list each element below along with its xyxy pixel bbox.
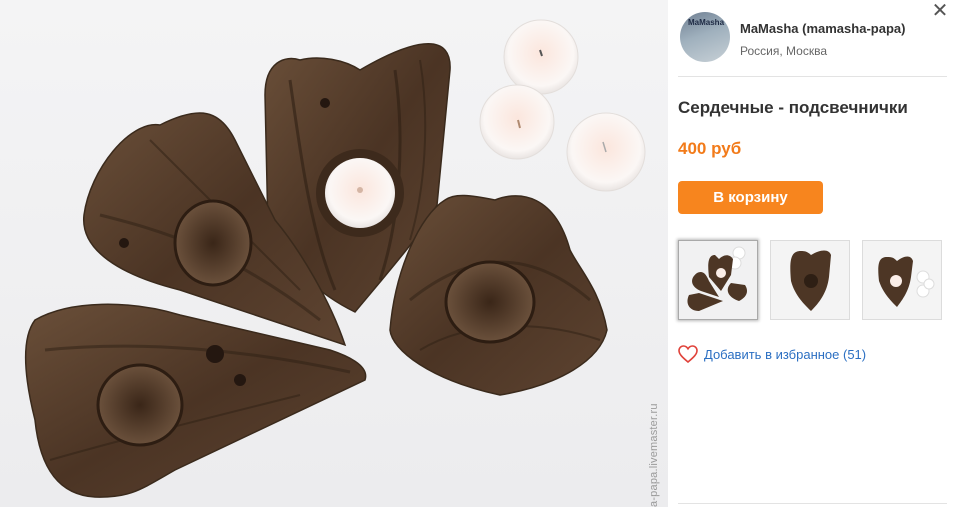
add-to-cart-button[interactable]: В корзину bbox=[678, 181, 823, 214]
seller-block[interactable]: MaMasha MaMasha (mamasha-papa) Россия, М… bbox=[680, 12, 905, 62]
add-to-favorites[interactable]: Добавить в избранное (51) bbox=[678, 345, 866, 363]
close-icon[interactable]: ✕ bbox=[929, 0, 951, 22]
thumbnail-3-image bbox=[863, 241, 941, 319]
thumbnail-2[interactable] bbox=[770, 240, 850, 320]
seller-name[interactable]: MaMasha (mamasha-papa) bbox=[740, 21, 905, 36]
seller-info: MaMasha (mamasha-papa) Россия, Москва bbox=[740, 21, 905, 58]
thumbnail-strip bbox=[678, 240, 954, 320]
thumbnail-2-image bbox=[771, 241, 849, 319]
favorites-label: Добавить в избранное (51) bbox=[704, 346, 867, 362]
photo-watermark: a-papa.livemaster.ru bbox=[648, 403, 660, 507]
thumbnail-3[interactable] bbox=[862, 240, 942, 320]
product-title: Сердечные - подсвечнички bbox=[678, 98, 908, 117]
heart-right bbox=[389, 194, 608, 396]
thumbnail-1[interactable] bbox=[678, 240, 758, 320]
heart-icon bbox=[678, 345, 698, 363]
product-panel: ✕ MaMasha MaMasha (mamasha-papa) Россия,… bbox=[668, 0, 959, 507]
product-price: 400 руб bbox=[678, 139, 742, 158]
divider bbox=[678, 76, 947, 77]
loose-candles bbox=[479, 19, 646, 192]
bottom-divider bbox=[678, 503, 947, 504]
avatar[interactable]: MaMasha bbox=[680, 12, 730, 62]
product-photo[interactable]: a-papa.livemaster.ru bbox=[0, 0, 668, 507]
avatar-text: MaMasha bbox=[688, 18, 725, 27]
thumbnail-1-image bbox=[679, 241, 757, 319]
seller-location: Россия, Москва bbox=[740, 44, 827, 58]
photo-illustration bbox=[24, 19, 646, 498]
